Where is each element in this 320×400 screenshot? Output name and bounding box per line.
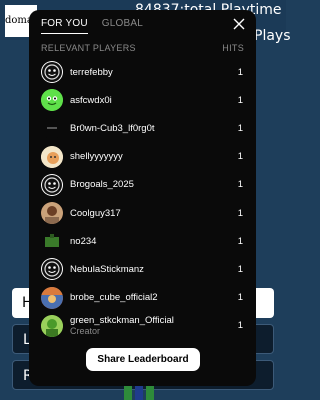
player-name: no234 [70,235,97,247]
player-hits: 1 [237,151,243,163]
cream-face-icon [41,145,63,168]
player-name: NebulaStickmanz [70,263,144,275]
player-name: asfcwdx0i [70,94,112,106]
player-hits: 1 [237,235,243,247]
list-item[interactable]: asfcwdx0i 1 [41,86,243,114]
tab-bar: FOR YOU GLOBAL [41,18,143,34]
list-item[interactable]: shellyyyyyyy 1 [41,143,243,171]
green-creator-icon [41,314,63,337]
player-hits: 1 [237,292,243,304]
list-item[interactable]: brobe_cube_official2 1 [41,284,243,312]
tab-for-you[interactable]: FOR YOU [41,18,88,34]
player-name: Br0wn-Cub3_lf0rg0t [70,122,155,134]
player-hits: 1 [237,263,243,275]
blank-dark-icon [41,117,63,140]
background-color-bars [124,386,154,400]
list-item[interactable]: Brogoals_2025 1 [41,171,243,199]
player-hits: 1 [237,207,243,219]
list-item[interactable]: Br0wn-Cub3_lf0rg0t 1 [41,114,243,142]
player-name: green_stkckman_Official [70,315,174,327]
share-leaderboard-button[interactable]: Share Leaderboard [86,348,200,371]
column-headers: RELEVANT PLAYERS HITS [41,43,244,53]
roblox-face-icon [41,258,63,281]
roblox-face-icon [41,173,63,196]
column-players-header: RELEVANT PLAYERS [41,43,136,53]
player-hits: 1 [237,66,243,78]
colorful-avatar-icon [41,286,63,309]
photo-avatar-icon [41,202,63,225]
player-name: Coolguy317 [70,207,121,219]
green-block-icon [41,230,63,253]
player-name: terrefebby [70,66,113,78]
player-name-group: green_stkckman_Official Creator [70,315,174,336]
close-icon[interactable] [232,17,246,31]
player-hits: 1 [237,122,243,134]
list-item[interactable]: green_stkckman_Official Creator 1 [41,312,243,340]
player-hits: 1 [237,94,243,106]
player-name: Brogoals_2025 [70,179,134,191]
player-subtitle: Creator [70,326,101,337]
list-item[interactable]: NebulaStickmanz 1 [41,255,243,283]
background-plays-text: Plays [254,28,291,44]
tab-global[interactable]: GLOBAL [102,18,143,34]
leaderboard-modal: FOR YOU GLOBAL RELEVANT PLAYERS HITS ter… [29,10,256,386]
player-list: terrefebby 1 asfcwdx0i 1 Br0wn-Cub3_lf0r… [41,58,243,340]
roblox-face-icon [41,61,63,84]
player-hits: 1 [237,320,243,332]
list-item[interactable]: no234 1 [41,227,243,255]
column-hits-header: HITS [222,43,244,53]
green-face-icon [41,89,63,112]
list-item[interactable]: Coolguy317 1 [41,199,243,227]
player-name: brobe_cube_official2 [70,292,158,304]
player-name: shellyyyyyyy [70,151,123,163]
list-item[interactable]: terrefebby 1 [41,58,243,86]
player-hits: 1 [237,179,243,191]
